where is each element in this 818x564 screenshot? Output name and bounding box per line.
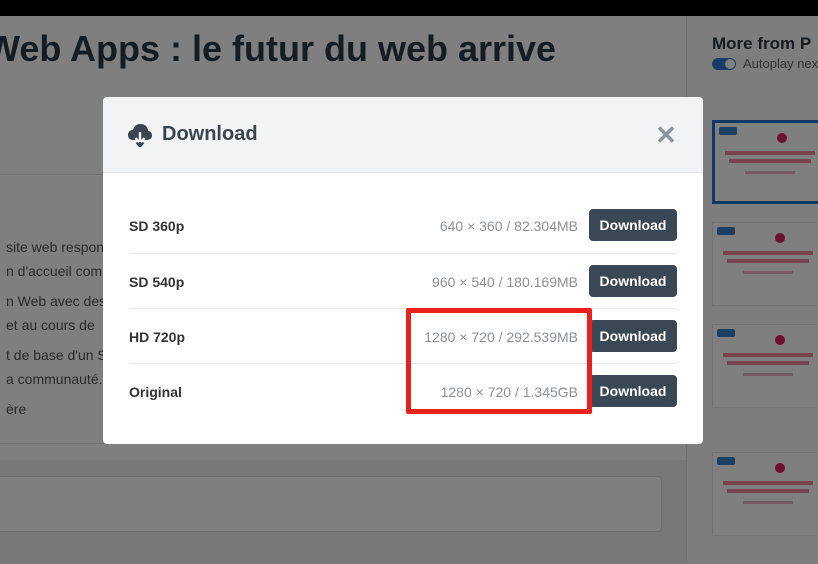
modal-title: Download [162,123,258,145]
close-icon[interactable]: ✕ [653,122,679,148]
quality-label: Original [129,384,182,400]
download-modal: Download ✕ SD 360p 640 × 360 / 82.304MB … [103,97,703,444]
download-row: HD 720p 1280 × 720 / 292.539MB Download [129,308,677,363]
download-button[interactable]: Download [589,265,677,297]
cloud-download-icon [128,124,152,147]
download-button[interactable]: Download [589,320,677,352]
download-button[interactable]: Download [589,375,677,407]
resolution-size: 640 × 360 / 82.304MB [439,218,578,234]
resolution-size: 960 × 540 / 180.169MB [432,274,578,290]
download-row: SD 540p 960 × 540 / 180.169MB Download [129,253,677,308]
quality-label: SD 540p [129,274,185,290]
quality-label: SD 360p [129,218,185,234]
download-row: SD 360p 640 × 360 / 82.304MB Download [129,198,677,253]
modal-header: Download ✕ [103,97,703,173]
resolution-size: 1280 × 720 / 1.345GB [440,384,578,400]
resolution-size: 1280 × 720 / 292.539MB [424,329,578,345]
quality-label: HD 720p [129,329,186,345]
download-row: Original 1280 × 720 / 1.345GB Download [129,363,677,418]
download-button[interactable]: Download [589,209,677,241]
